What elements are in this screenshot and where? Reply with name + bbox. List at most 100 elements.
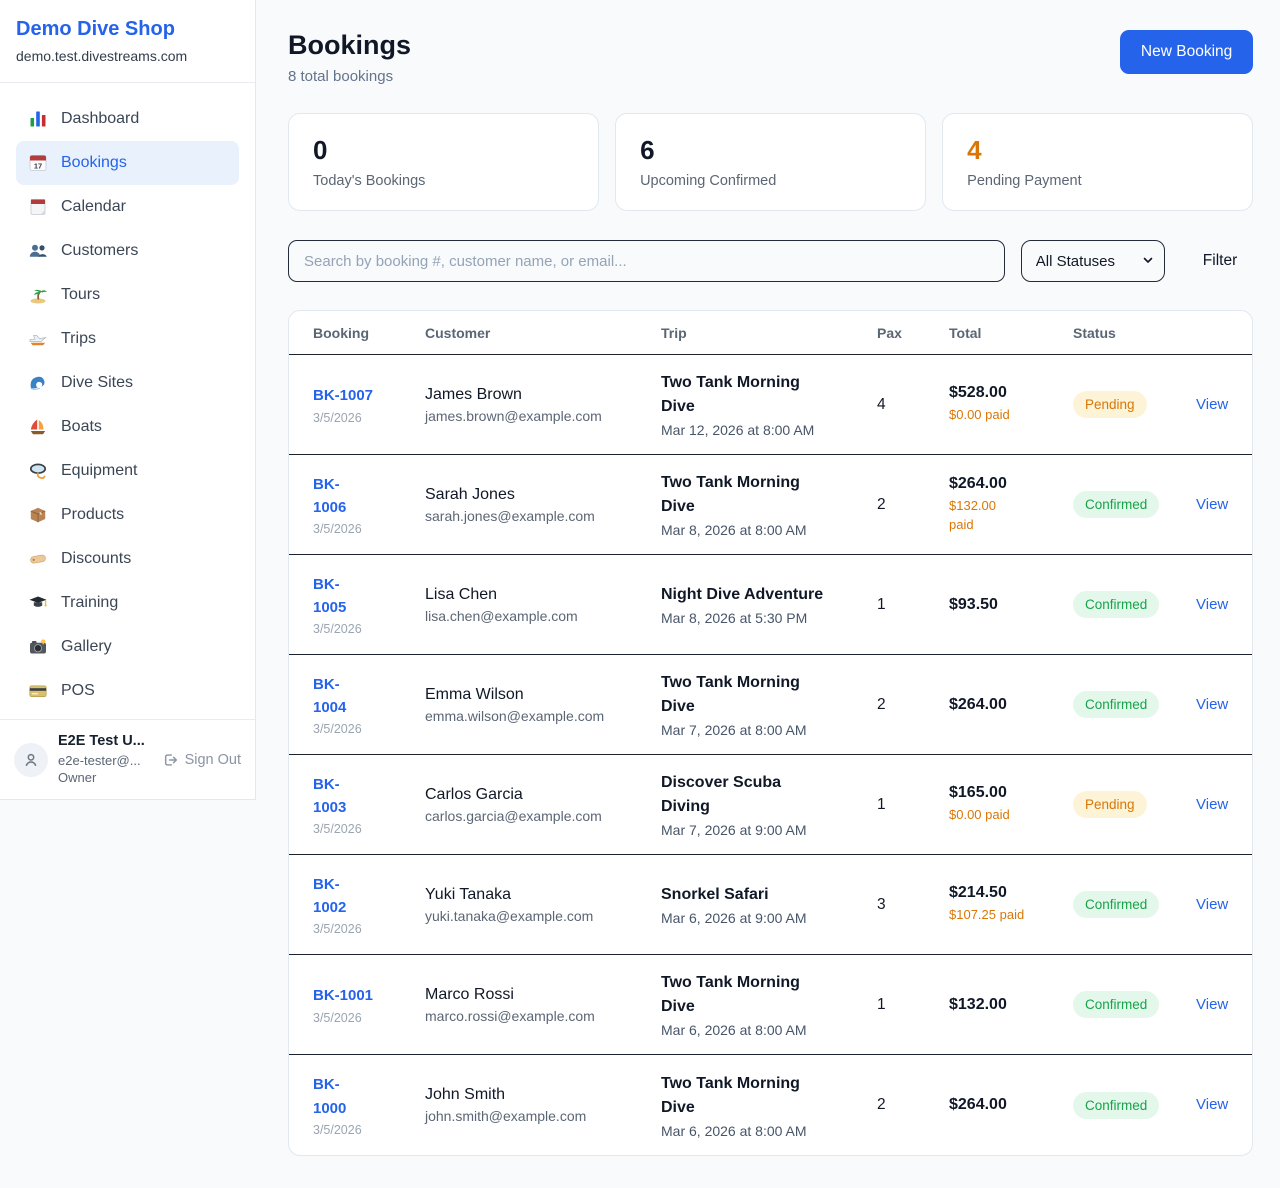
- view-link[interactable]: View: [1196, 696, 1228, 713]
- sidebar-item-pos[interactable]: POS: [16, 669, 239, 713]
- customer-email: sarah.jones@example.com: [425, 508, 661, 524]
- sidebar-item-training[interactable]: Training: [16, 581, 239, 625]
- speedboat-icon: [28, 329, 48, 349]
- view-link[interactable]: View: [1196, 396, 1228, 413]
- status-filter-select[interactable]: All Statuses: [1021, 240, 1165, 282]
- trip-name: Two Tank Morning Dive: [661, 1072, 877, 1120]
- table-row: BK-10073/5/2026James Brownjames.brown@ex…: [289, 355, 1252, 455]
- total-amount: $264.00: [949, 696, 1073, 714]
- booking-id-link[interactable]: BK-1007: [313, 384, 373, 407]
- trip-datetime: Mar 6, 2026 at 8:00 AM: [661, 1022, 877, 1038]
- calendar-date-icon: 17: [28, 153, 48, 173]
- customer-name: John Smith: [425, 1086, 661, 1104]
- trip-name: Two Tank Morning Dive: [661, 371, 877, 419]
- status-badge: Pending: [1073, 791, 1147, 818]
- trip-name: Discover Scuba Diving: [661, 771, 877, 819]
- camera-icon: [28, 637, 48, 657]
- customer-email: lisa.chen@example.com: [425, 608, 661, 624]
- customer-name: Lisa Chen: [425, 586, 661, 604]
- calendar-pad-icon: [28, 197, 48, 217]
- sidebar-item-dive-sites[interactable]: Dive Sites: [16, 361, 239, 405]
- stat-value: 4: [967, 135, 1228, 166]
- trip-datetime: Mar 8, 2026 at 8:00 AM: [661, 522, 877, 538]
- total-amount: $528.00: [949, 384, 1073, 402]
- booking-id-link[interactable]: BK- 1006: [313, 473, 346, 520]
- customer-email: john.smith@example.com: [425, 1108, 661, 1124]
- sidebar-item-discounts[interactable]: Discounts: [16, 537, 239, 581]
- view-link[interactable]: View: [1196, 496, 1228, 513]
- customer-name: Emma Wilson: [425, 686, 661, 704]
- avatar: [14, 743, 48, 777]
- trip-name: Two Tank Morning Dive: [661, 471, 877, 519]
- booking-id-link[interactable]: BK- 1002: [313, 873, 346, 920]
- sidebar: Demo Dive Shop demo.test.divestreams.com…: [0, 0, 256, 800]
- total-amount: $93.50: [949, 596, 1073, 614]
- sidebar-item-calendar[interactable]: Calendar: [16, 185, 239, 229]
- sidebar-item-equipment[interactable]: Equipment: [16, 449, 239, 493]
- users-icon: [28, 241, 48, 261]
- search-input[interactable]: [288, 240, 1005, 282]
- view-link[interactable]: View: [1196, 996, 1228, 1013]
- brand-title: Demo Dive Shop: [16, 18, 239, 41]
- user-name: E2E Test U...: [58, 732, 151, 752]
- total-amount: $264.00: [949, 1096, 1073, 1114]
- sidebar-item-label: Training: [61, 594, 118, 612]
- status-badge: Confirmed: [1073, 491, 1159, 518]
- paid-amount: $0.00 paid: [949, 406, 1073, 425]
- column-header-booking: Booking: [313, 325, 425, 341]
- pax-count: 2: [877, 696, 949, 714]
- sidebar-item-customers[interactable]: Customers: [16, 229, 239, 273]
- sidebar-item-dashboard[interactable]: Dashboard: [16, 97, 239, 141]
- status-badge: Confirmed: [1073, 691, 1159, 718]
- trip-datetime: Mar 7, 2026 at 9:00 AM: [661, 822, 877, 838]
- booking-id-link[interactable]: BK- 1004: [313, 673, 346, 720]
- paid-amount: $107.25 paid: [949, 906, 1073, 925]
- booking-id-link[interactable]: BK- 1000: [313, 1073, 346, 1120]
- view-link[interactable]: View: [1196, 1096, 1228, 1113]
- customer-name: James Brown: [425, 386, 661, 404]
- booking-id-link[interactable]: BK-1001: [313, 984, 373, 1007]
- sidebar-item-products[interactable]: Products: [16, 493, 239, 537]
- sidebar-item-tours[interactable]: Tours: [16, 273, 239, 317]
- island-icon: [28, 285, 48, 305]
- sidebar-item-bookings[interactable]: 17 Bookings: [16, 141, 239, 185]
- column-header-pax: Pax: [877, 325, 949, 341]
- sidebar-item-label: Gallery: [61, 638, 112, 656]
- column-header-customer: Customer: [425, 325, 661, 341]
- sidebar-header: Demo Dive Shop demo.test.divestreams.com: [0, 0, 255, 83]
- filter-button[interactable]: Filter: [1197, 251, 1243, 271]
- table-row: BK- 10023/5/2026Yuki Tanakayuki.tanaka@e…: [289, 855, 1252, 955]
- trip-name: Two Tank Morning Dive: [661, 671, 877, 719]
- view-link[interactable]: View: [1196, 796, 1228, 813]
- customer-email: yuki.tanaka@example.com: [425, 908, 661, 924]
- status-badge: Confirmed: [1073, 591, 1159, 618]
- user-email: e2e-tester@...: [58, 752, 151, 770]
- stat-label: Upcoming Confirmed: [640, 173, 901, 189]
- sign-out-button[interactable]: Sign Out: [161, 751, 241, 769]
- view-link[interactable]: View: [1196, 896, 1228, 913]
- booking-date: 3/5/2026: [313, 622, 425, 636]
- new-booking-button[interactable]: New Booking: [1120, 30, 1253, 74]
- view-link[interactable]: View: [1196, 596, 1228, 613]
- total-amount: $132.00: [949, 996, 1073, 1014]
- sidebar-item-boats[interactable]: Boats: [16, 405, 239, 449]
- booking-id-link[interactable]: BK- 1003: [313, 773, 346, 820]
- sidebar-item-label: Discounts: [61, 550, 131, 568]
- customer-name: Yuki Tanaka: [425, 886, 661, 904]
- sidebar-item-label: Bookings: [61, 154, 127, 172]
- table-header-row: BookingCustomerTripPaxTotalStatus: [289, 311, 1252, 355]
- sidebar-item-label: Trips: [61, 330, 96, 348]
- dive-mask-icon: [28, 461, 48, 481]
- sidebar-item-gallery[interactable]: Gallery: [16, 625, 239, 669]
- trip-name: Snorkel Safari: [661, 883, 877, 907]
- pax-count: 1: [877, 796, 949, 814]
- customer-name: Sarah Jones: [425, 486, 661, 504]
- sidebar-item-trips[interactable]: Trips: [16, 317, 239, 361]
- pax-count: 1: [877, 596, 949, 614]
- trip-datetime: Mar 6, 2026 at 8:00 AM: [661, 1123, 877, 1139]
- wave-icon: [28, 373, 48, 393]
- stats-cards: 0Today's Bookings6Upcoming Confirmed4Pen…: [288, 113, 1253, 211]
- customer-name: Carlos Garcia: [425, 786, 661, 804]
- table-body: BK-10073/5/2026James Brownjames.brown@ex…: [289, 355, 1252, 1155]
- booking-id-link[interactable]: BK- 1005: [313, 573, 346, 620]
